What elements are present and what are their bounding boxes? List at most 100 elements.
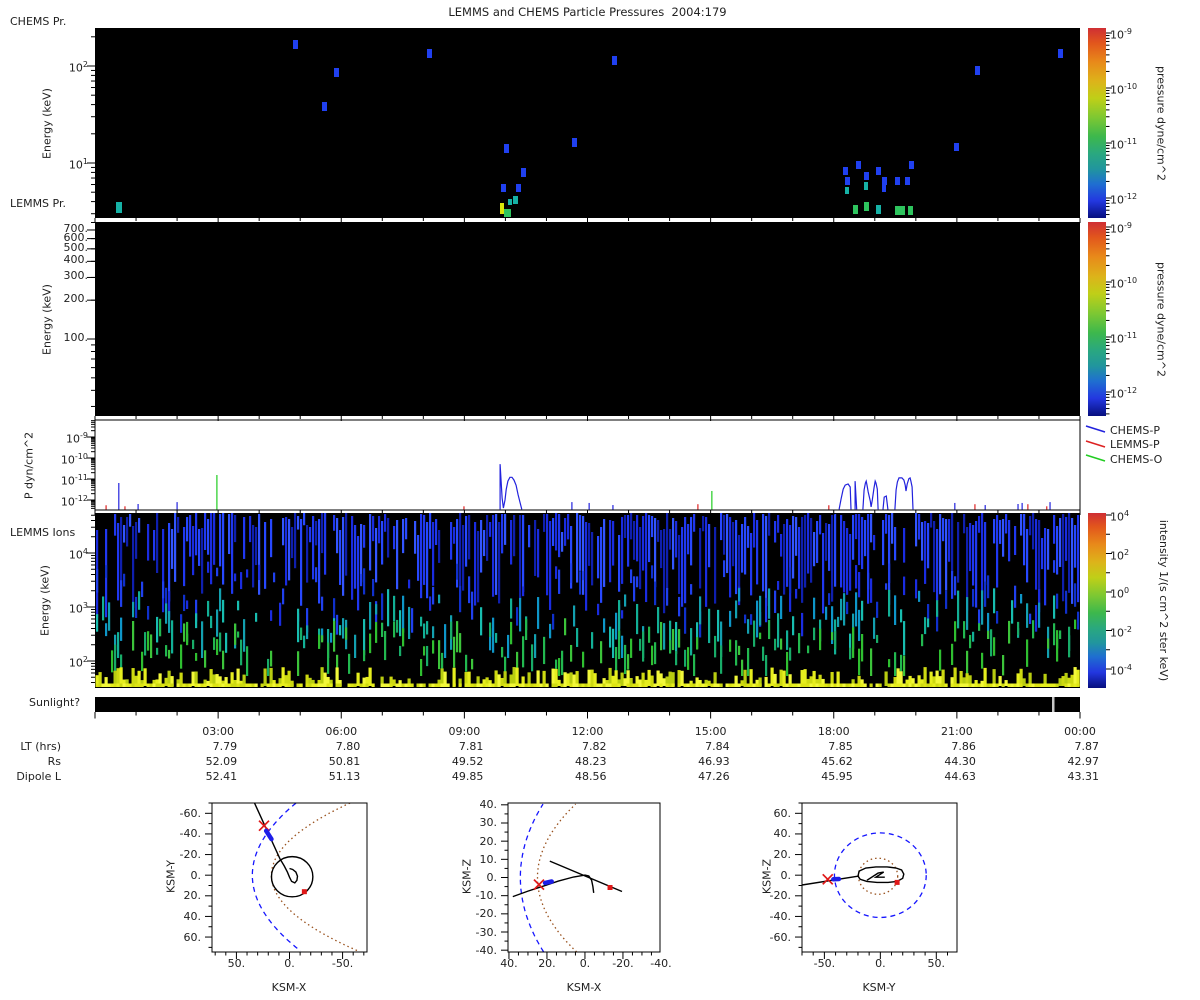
orbit-x-tick-label: 50. xyxy=(227,957,246,970)
colorbar-label-pressure-1: pressure dyne/cm^2 xyxy=(1154,66,1168,181)
orbit-x-tick-label: 0. xyxy=(284,957,295,970)
y-axis-label-energy-2: Energy (keV) xyxy=(40,284,54,355)
colorbar-tick-label: 10-4 xyxy=(1110,663,1132,678)
y-tick-label: 101 xyxy=(68,157,88,172)
y-tick-label: 102 xyxy=(68,655,88,670)
y-tick-label: 104 xyxy=(68,547,88,562)
orbit-x-tick-label: -40. xyxy=(650,957,672,970)
dipole-value: 48.56 xyxy=(575,770,607,783)
orbit1-xlabel: KSM-X xyxy=(271,981,307,994)
orbit-x-tick-label: -50. xyxy=(813,957,836,970)
row-label-lt: LT (hrs) xyxy=(20,740,61,753)
orbit-y-tick-label: 30. xyxy=(479,816,498,830)
colorbar-tick-label: 10-12 xyxy=(1110,386,1138,401)
orbit-y-tick-label: 40. xyxy=(183,909,202,923)
y-tick-label: 10-9 xyxy=(66,431,88,446)
lt-value: 7.82 xyxy=(582,740,607,753)
colorbar-tick-label: 102 xyxy=(1110,547,1130,563)
dipole-value: 43.31 xyxy=(1067,770,1100,783)
rs-value: 50.81 xyxy=(328,755,361,768)
row-label-rs: Rs xyxy=(47,755,61,768)
y-tick-label: 200. xyxy=(63,292,89,306)
time-tick-label: 12:00 xyxy=(571,725,604,738)
orbit-y-tick-label: 60. xyxy=(183,930,202,944)
dipole-value: 52.41 xyxy=(205,770,238,783)
rs-value: 46.93 xyxy=(698,755,730,768)
orbit-y-tick-label: 20. xyxy=(773,848,792,862)
orbit2-xlabel: KSM-X xyxy=(566,981,602,994)
y-tick-label: 300. xyxy=(63,269,89,283)
colorbar-tick-label: 10-11 xyxy=(1110,137,1138,152)
colorbar-label-intensity: intensity 1/(s cm^2 ster keV) xyxy=(1157,519,1170,682)
colorbar-tick-label: 10-9 xyxy=(1110,221,1132,236)
colorbar-tick-label: 10-9 xyxy=(1110,27,1132,42)
y-tick-label: 10-11 xyxy=(60,473,88,488)
colorbar-tick-label: 100 xyxy=(1110,586,1130,601)
panel-label-lemms-ions: LEMMS Ions xyxy=(10,526,76,539)
lt-value: 7.79 xyxy=(212,740,238,753)
time-tick-label: 06:00 xyxy=(325,725,358,738)
orbit-y-tick-label: -40. xyxy=(179,827,201,841)
y-tick-label: 500. xyxy=(63,240,89,254)
orbit-y-tick-label: 20. xyxy=(479,834,498,848)
plot-page: LEMMS and CHEMS Particle Pressures 2004:… xyxy=(0,0,1200,1000)
time-tick-label: 18:00 xyxy=(817,725,850,738)
y-tick-label: 400. xyxy=(63,253,89,267)
orbit-y-tick-label: 60. xyxy=(773,806,792,820)
row-label-dipole-l: Dipole L xyxy=(16,770,61,783)
orbit-y-tick-label: -20. xyxy=(475,907,497,921)
orbit-y-tick-label: -40. xyxy=(769,909,791,923)
y-tick-label: 103 xyxy=(68,601,88,616)
lt-value: 7.81 xyxy=(458,740,484,753)
orbit3-xlabel: KSM-Y xyxy=(862,981,896,994)
lt-value: 7.85 xyxy=(828,740,853,753)
colorbar-tick-label: 104 xyxy=(1110,509,1130,524)
rs-value: 45.62 xyxy=(821,755,853,768)
orbit-x-tick-label: 0. xyxy=(875,957,886,970)
orbit-y-tick-label: -30. xyxy=(475,925,497,939)
orbit-y-tick-label: -10. xyxy=(475,889,497,903)
colorbar-tick-label: 10-10 xyxy=(1110,82,1138,97)
lt-value: 7.87 xyxy=(1074,740,1100,753)
dipole-value: 44.63 xyxy=(944,770,976,783)
y-tick-label: 100. xyxy=(63,331,89,344)
time-tick-label: 00:00 xyxy=(1064,725,1096,738)
colorbar-label-pressure-2: pressure dyne/cm^2 xyxy=(1154,262,1168,377)
orbit-plot-0 xyxy=(251,803,359,952)
lt-value: 7.86 xyxy=(951,740,976,753)
rs-value: 52.09 xyxy=(205,755,238,768)
orbit-y-tick-label: -20. xyxy=(769,889,791,903)
time-tick-label: 03:00 xyxy=(202,725,234,738)
orbit-y-tick-label: -60. xyxy=(179,806,201,820)
dipole-value: 51.13 xyxy=(328,770,361,783)
colorbar-tick-label: 10-12 xyxy=(1110,192,1138,207)
orbit-y-tick-label: 40. xyxy=(773,827,792,841)
time-tick-label: 15:00 xyxy=(694,725,727,738)
orbit-y-tick-label: 20. xyxy=(183,889,202,903)
orbit-y-tick-label: 0. xyxy=(190,868,202,882)
orbit-y-tick-label: 0. xyxy=(780,868,792,882)
page-title: LEMMS and CHEMS Particle Pressures 2004:… xyxy=(448,5,727,19)
orbit-plot-1 xyxy=(512,803,623,952)
time-tick-label: 09:00 xyxy=(448,725,481,738)
legend-label-lemms-p: LEMMS-P xyxy=(1110,438,1160,451)
dipole-value: 49.85 xyxy=(451,770,484,783)
rs-value: 49.52 xyxy=(451,755,484,768)
y-tick-label: 102 xyxy=(68,60,88,75)
time-tick-label: 21:00 xyxy=(941,725,973,738)
colorbar-tick-label: 10-10 xyxy=(1110,276,1138,291)
orbit-y-tick-label: 10. xyxy=(479,852,498,866)
colorbar-tick-label: 10-2 xyxy=(1110,624,1132,640)
panel-label-chems-pr: CHEMS Pr. xyxy=(10,15,67,28)
legend-label-chems-p: CHEMS-P xyxy=(1110,424,1160,437)
y-tick-label: 10-12 xyxy=(60,494,88,509)
orbit-y-tick-label: -40. xyxy=(475,943,497,957)
dipole-value: 47.26 xyxy=(698,770,730,783)
panel-label-lemms-pr: LEMMS Pr. xyxy=(10,197,66,210)
orbit-y-tick-label: 40. xyxy=(479,798,498,812)
orbit-x-tick-label: -50. xyxy=(331,957,354,970)
orbit-x-tick-label: 50. xyxy=(927,957,946,970)
panel-label-sunlight: Sunlight? xyxy=(29,696,81,709)
colorbar-tick-label: 10-11 xyxy=(1110,331,1138,346)
orbit-plot-2 xyxy=(802,832,927,919)
